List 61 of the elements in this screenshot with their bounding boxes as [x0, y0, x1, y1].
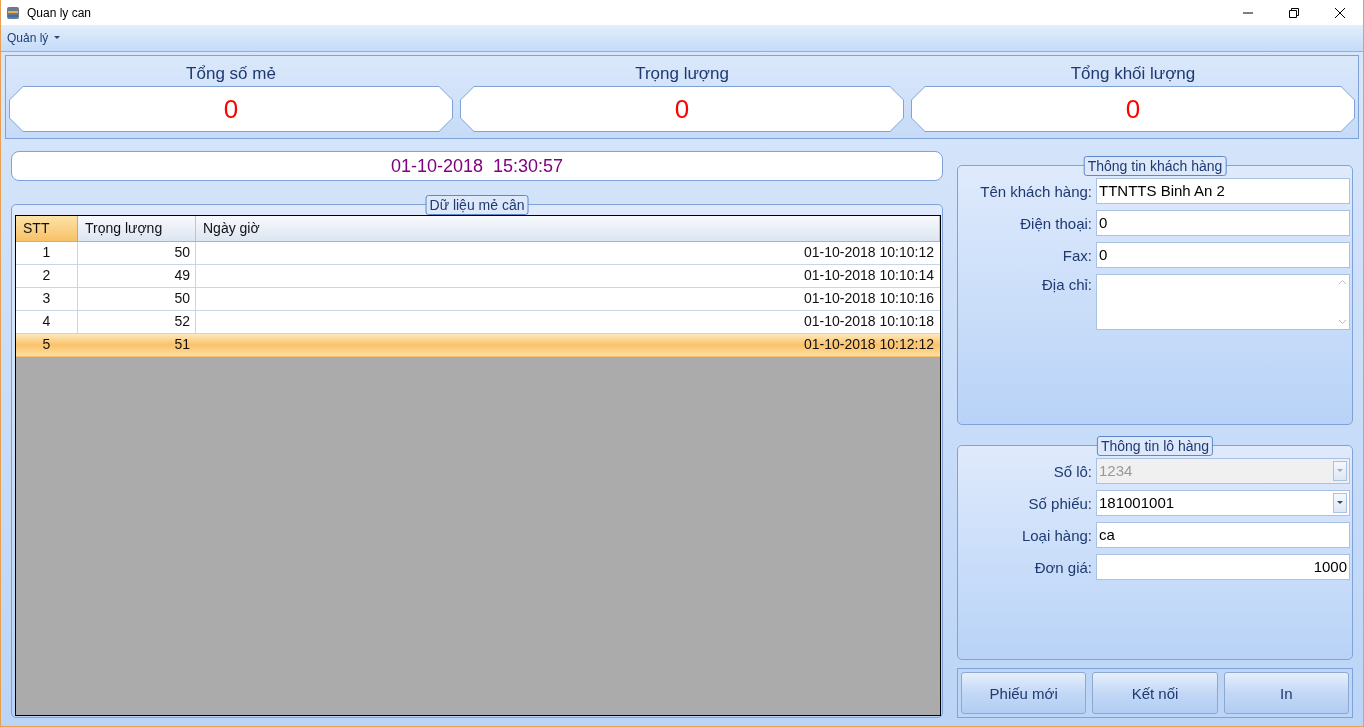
group-title: Dữ liệu mẻ cân: [425, 195, 529, 215]
close-icon: [1334, 6, 1346, 19]
table-cell-text: 51: [173, 335, 191, 354]
scroll-down-icon: [1337, 319, 1347, 325]
table-cell-text: 01-10-2018 10:10:16: [803, 289, 935, 308]
summary-label: Tổng khối lượng: [1070, 63, 1196, 85]
field-label: Số lô:: [1052, 462, 1093, 480]
summary-value: 0: [674, 93, 690, 125]
input-field[interactable]: 0: [1096, 242, 1350, 268]
action-button[interactable]: In: [1223, 672, 1349, 714]
action-button[interactable]: Phiếu mới: [961, 672, 1087, 714]
app-icon: [6, 5, 20, 20]
table-row[interactable]: 3 50 01-10-2018 10:10:16: [16, 288, 940, 311]
table-cell-text: 01-10-2018 10:10:14: [803, 266, 935, 285]
table-cell: 49: [78, 265, 196, 287]
summary-value: 0: [223, 93, 239, 125]
table-cell-text: 01-10-2018 10:10:18: [803, 312, 935, 331]
input-field[interactable]: 0: [1096, 210, 1350, 236]
caret-icon: [1337, 501, 1343, 505]
summary-label: Tổng số mẻ: [186, 63, 276, 85]
menu-item[interactable]: Quản lý: [5, 29, 63, 47]
table-cell: 4: [16, 311, 78, 333]
field-label: Điện thoại:: [1019, 214, 1093, 232]
field-label: Đơn giá:: [1033, 558, 1093, 576]
input-field[interactable]: 1000: [1096, 554, 1350, 580]
column-header[interactable]: STT: [16, 216, 78, 241]
group-title: Thông tin khách hàng: [1083, 156, 1227, 176]
dropdown-field[interactable]: 181001001: [1096, 490, 1350, 516]
table-row[interactable]: 2 49 01-10-2018 10:10:14: [16, 265, 940, 288]
table-cell: 1: [16, 242, 78, 264]
caret-icon: [1337, 469, 1343, 473]
column-header[interactable]: Trọng lượng: [78, 216, 196, 241]
table-cell: 2: [16, 265, 78, 287]
field-label: Địa chỉ:: [1040, 275, 1093, 293]
scroll-up-icon: [1337, 279, 1347, 285]
summary-value: 0: [1125, 93, 1141, 125]
field-label: Tên khách hàng:: [979, 182, 1093, 200]
group-title: Thông tin lô hàng: [1096, 436, 1214, 456]
table-cell: 3: [16, 288, 78, 310]
table-cell-text: 01-10-2018 10:10:12: [803, 243, 935, 262]
table-cell: 52: [78, 311, 196, 333]
field-label: Số phiếu:: [1027, 494, 1093, 512]
field-label: Fax:: [1061, 246, 1093, 264]
table-cell: 50: [78, 242, 196, 264]
caret-icon: [54, 36, 61, 40]
table-cell-text: 5: [41, 335, 52, 354]
input-field[interactable]: ca: [1096, 522, 1350, 548]
column-header[interactable]: Ngày giờ: [196, 216, 940, 241]
table-cell-text: 01-10-2018 10:12:12: [803, 335, 935, 354]
table-row[interactable]: 1 50 01-10-2018 10:10:12: [16, 242, 940, 265]
window-title: Quan ly can: [27, 5, 92, 20]
action-button[interactable]: Kết nối: [1092, 672, 1218, 714]
restore-icon: [1288, 6, 1300, 19]
clock-display: 01-10-2018 15:30:57: [11, 151, 943, 181]
input-field[interactable]: TTNTTS Binh An 2: [1096, 178, 1350, 204]
summary-label: Trọng lượng: [635, 63, 729, 85]
table-row[interactable]: 5 51 01-10-2018 10:12:12: [16, 334, 940, 357]
address-field[interactable]: [1096, 274, 1350, 330]
field-label: Loại hàng:: [1020, 526, 1093, 544]
table-cell: 50: [78, 288, 196, 310]
table-row[interactable]: 4 52 01-10-2018 10:10:18: [16, 311, 940, 334]
